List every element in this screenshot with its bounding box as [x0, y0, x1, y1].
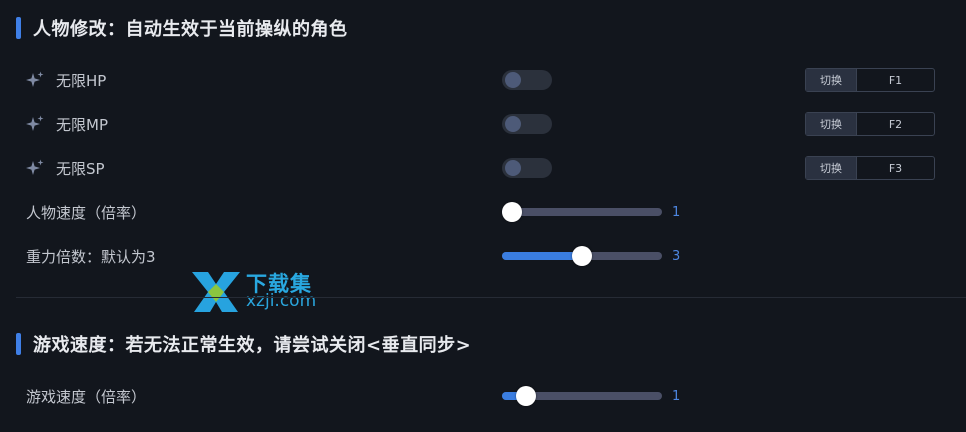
- slider-thumb[interactable]: [516, 386, 536, 406]
- slider-thumb[interactable]: [572, 246, 592, 266]
- section-header-character: 人物修改：自动生效于当前操纵的角色: [16, 14, 348, 42]
- sparkle-icon: [26, 115, 44, 131]
- watermark-x-icon: [192, 272, 240, 312]
- hotkey-key-field[interactable]: F3: [857, 157, 934, 179]
- slider-row-character-speed: 人物速度（倍率） 1: [0, 196, 966, 228]
- hotkey-switch-button[interactable]: 切换: [806, 113, 857, 135]
- section-title: 人物修改：自动生效于当前操纵的角色: [33, 19, 348, 40]
- toggle-knob: [505, 72, 521, 88]
- hotkey-group: 切换 F1: [805, 68, 935, 92]
- hotkey-switch-button[interactable]: 切换: [806, 157, 857, 179]
- slider-row-game-speed: 游戏速度（倍率） 1: [0, 380, 966, 412]
- toggle-switch[interactable]: [502, 158, 552, 178]
- cheat-row-hp: 无限HP 切换 F1: [0, 64, 966, 96]
- section-header-game-speed: 游戏速度：若无法正常生效，请尝试关闭<垂直同步>: [16, 330, 471, 358]
- section-divider: [16, 297, 966, 298]
- sparkle-icon: [26, 71, 44, 87]
- slider-label: 人物速度（倍率）: [26, 203, 147, 222]
- cheat-label: 无限MP: [56, 115, 108, 134]
- slider-label: 游戏速度（倍率）: [26, 387, 147, 406]
- character-speed-slider[interactable]: [502, 202, 662, 222]
- hotkey-group: 切换 F2: [805, 112, 935, 136]
- toggle-knob: [505, 160, 521, 176]
- slider-value: 3: [672, 248, 681, 264]
- slider-fill: [502, 252, 582, 260]
- cheat-label: 无限HP: [56, 71, 107, 90]
- toggle-knob: [505, 116, 521, 132]
- section-accent-bar: [16, 17, 21, 39]
- slider-value: 1: [672, 388, 681, 404]
- slider-label: 重力倍数：默认为3: [26, 247, 156, 266]
- hotkey-group: 切换 F3: [805, 156, 935, 180]
- cheat-row-sp: 无限SP 切换 F3: [0, 152, 966, 184]
- cheat-label: 无限SP: [56, 159, 105, 178]
- slider-thumb[interactable]: [502, 202, 522, 222]
- slider-value: 1: [672, 204, 681, 220]
- cheat-row-mp: 无限MP 切换 F2: [0, 108, 966, 140]
- slider-row-gravity: 重力倍数：默认为3 3: [0, 240, 966, 272]
- watermark-url: xzji.com: [246, 291, 317, 311]
- game-speed-slider[interactable]: [502, 386, 662, 406]
- toggle-switch[interactable]: [502, 70, 552, 90]
- gravity-slider[interactable]: [502, 246, 662, 266]
- toggle-switch[interactable]: [502, 114, 552, 134]
- section-title: 游戏速度：若无法正常生效，请尝试关闭<垂直同步>: [33, 335, 472, 356]
- hotkey-switch-button[interactable]: 切换: [806, 69, 857, 91]
- hotkey-key-field[interactable]: F1: [857, 69, 934, 91]
- section-accent-bar: [16, 333, 21, 355]
- watermark-logo: 下载集 xzji.com: [188, 268, 338, 314]
- sparkle-icon: [26, 159, 44, 175]
- slider-track[interactable]: [502, 208, 662, 216]
- hotkey-key-field[interactable]: F2: [857, 113, 934, 135]
